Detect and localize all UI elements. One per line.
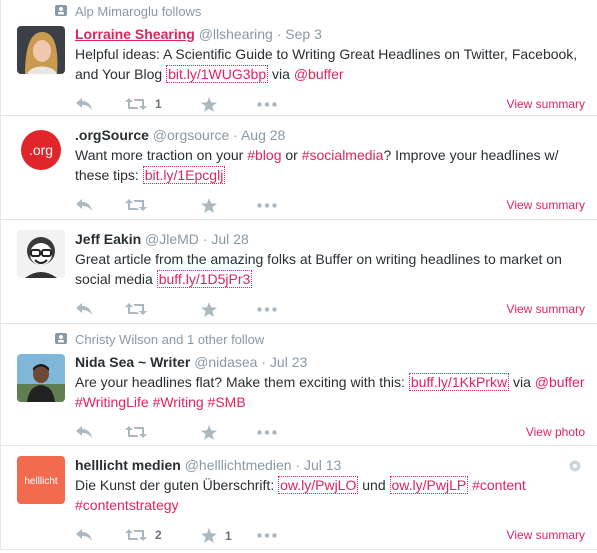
author-name[interactable]: Lorraine Shearing [75, 26, 195, 42]
author-handle[interactable]: @JleMD [145, 231, 199, 247]
retweet-count: 1 [155, 97, 162, 111]
more-dots-icon[interactable] [257, 533, 277, 538]
retweet-icon [125, 529, 147, 541]
mention-link[interactable]: @buffer [294, 66, 344, 82]
tweet-date[interactable]: Aug 28 [241, 127, 285, 143]
retweet-icon [125, 98, 147, 110]
tweet-text: Helpful ideas: A Scientific Guide to Wri… [75, 46, 578, 83]
author-handle[interactable]: @llshearing [199, 26, 273, 42]
favorite-star-icon [201, 528, 217, 543]
tweet-text: Die Kunst der guten Überschrift: ow.ly/P… [75, 476, 526, 513]
hashtag-link[interactable]: #blog [247, 147, 281, 163]
tweet-item[interactable]: helllicht helllicht medien @helllichtmed… [1, 446, 597, 550]
avatar-label: helllicht [24, 476, 58, 487]
tweet-actions: View summary [75, 293, 585, 327]
tweet-link[interactable]: buff.ly/1D5jPr3 [156, 270, 253, 288]
hashtag-link[interactable]: #WritingLife [75, 394, 149, 410]
mention-link[interactable]: @buffer [535, 374, 585, 390]
retweet-icon[interactable] [125, 302, 147, 316]
view-summary-link[interactable]: View summary [507, 198, 585, 212]
retweet-button[interactable]: 2 [125, 528, 162, 542]
reply-icon[interactable] [75, 528, 93, 542]
author-name[interactable]: Nida Sea ~ Writer [75, 354, 190, 370]
tweet-link[interactable]: buff.ly/1KkPrkw [408, 373, 510, 391]
avatar[interactable] [17, 354, 65, 402]
avatar[interactable]: helllicht [17, 456, 65, 504]
tweet-actions: View summary [75, 189, 585, 223]
tweet-date[interactable]: Jul 13 [304, 457, 341, 473]
follow-context-icon [55, 333, 67, 344]
tweet-item[interactable]: Christy Wilson and 1 other follow Nida S… [1, 324, 597, 446]
tweet-text: Are your headlines flat? Make them excit… [75, 373, 585, 410]
reply-icon[interactable] [75, 198, 93, 212]
follow-context: Christy Wilson and 1 other follow [55, 324, 585, 350]
retweet-icon[interactable] [125, 198, 147, 212]
retweet-icon[interactable] [125, 425, 147, 439]
tweet-stream: Alp Mimaroglu follows Lorraine Shearing … [0, 0, 597, 550]
hashtag-link[interactable]: #contentstrategy [75, 497, 179, 513]
author-name[interactable]: Jeff Eakin [75, 231, 141, 247]
hashtag-link[interactable]: #content [472, 477, 526, 493]
tweet-text: Great article from the amazing folks at … [75, 251, 562, 288]
context-link[interactable]: Christy Wilson and 1 other follow [75, 332, 264, 347]
favorite-star-icon[interactable] [201, 425, 217, 440]
avatar[interactable] [17, 230, 65, 278]
tweet-item[interactable]: Jeff Eakin @JleMD · Jul 28 Great article… [1, 220, 597, 324]
favorite-star-icon[interactable] [201, 302, 217, 317]
reply-icon[interactable] [75, 97, 93, 111]
avatar[interactable] [17, 26, 65, 74]
avatar-label: .org [29, 142, 53, 158]
more-dots-icon[interactable] [257, 430, 277, 435]
hashtag-link[interactable]: #socialmedia [302, 147, 384, 163]
more-dots-icon[interactable] [257, 307, 277, 312]
retweet-count: 2 [155, 528, 162, 542]
favorite-star-icon[interactable] [201, 198, 217, 213]
author-name[interactable]: .orgSource [75, 127, 149, 143]
author-handle[interactable]: @helllichtmedien [185, 457, 292, 473]
tweet-link[interactable]: bit.ly/1WUG3bp [166, 65, 269, 83]
tweet-actions: 2 1 View summary [75, 519, 585, 553]
author-handle[interactable]: @orgsource [153, 127, 229, 143]
tweet-item[interactable]: .org .orgSource @orgsource · Aug 28 Want… [1, 116, 597, 220]
author-name[interactable]: helllicht medien [75, 457, 181, 473]
tweet-link[interactable]: bit.ly/1Epcglj [142, 166, 226, 184]
tweet-text: Want more traction on your #blog or #soc… [75, 147, 559, 184]
view-summary-link[interactable]: View summary [507, 302, 585, 316]
favorite-button[interactable]: 1 [201, 528, 232, 543]
reply-icon[interactable] [75, 425, 93, 439]
follow-context-icon [55, 5, 67, 16]
more-dots-icon[interactable] [257, 203, 277, 208]
view-summary-link[interactable]: View summary [507, 97, 585, 111]
view-summary-link[interactable]: View summary [507, 528, 585, 542]
tweet-date[interactable]: Jul 23 [270, 354, 307, 370]
context-link[interactable]: Alp Mimaroglu follows [75, 4, 201, 19]
follow-context: Alp Mimaroglu follows [55, 0, 585, 22]
view-photo-link[interactable]: View photo [526, 425, 585, 439]
hashtag-link[interactable]: #SMB [208, 394, 246, 410]
tweet-link[interactable]: ow.ly/PwjLO [278, 476, 359, 494]
more-dots-icon[interactable] [257, 102, 277, 107]
favorite-star-icon [201, 97, 217, 112]
tweet-date[interactable]: Sep 3 [285, 26, 322, 42]
avatar[interactable]: .org [17, 126, 65, 174]
tweet-actions: View photo [75, 416, 585, 450]
globe-icon[interactable] [569, 460, 581, 472]
reply-icon[interactable] [75, 302, 93, 316]
favorite-button[interactable] [201, 97, 217, 112]
hashtag-link[interactable]: #Writing [153, 394, 204, 410]
favorite-count: 1 [225, 528, 232, 543]
tweet-item[interactable]: Alp Mimaroglu follows Lorraine Shearing … [1, 0, 597, 116]
author-handle[interactable]: @nidasea [194, 354, 257, 370]
tweet-link[interactable]: ow.ly/PwjLP [389, 476, 469, 494]
tweet-date[interactable]: Jul 28 [211, 231, 248, 247]
retweet-button[interactable]: 1 [125, 97, 162, 111]
